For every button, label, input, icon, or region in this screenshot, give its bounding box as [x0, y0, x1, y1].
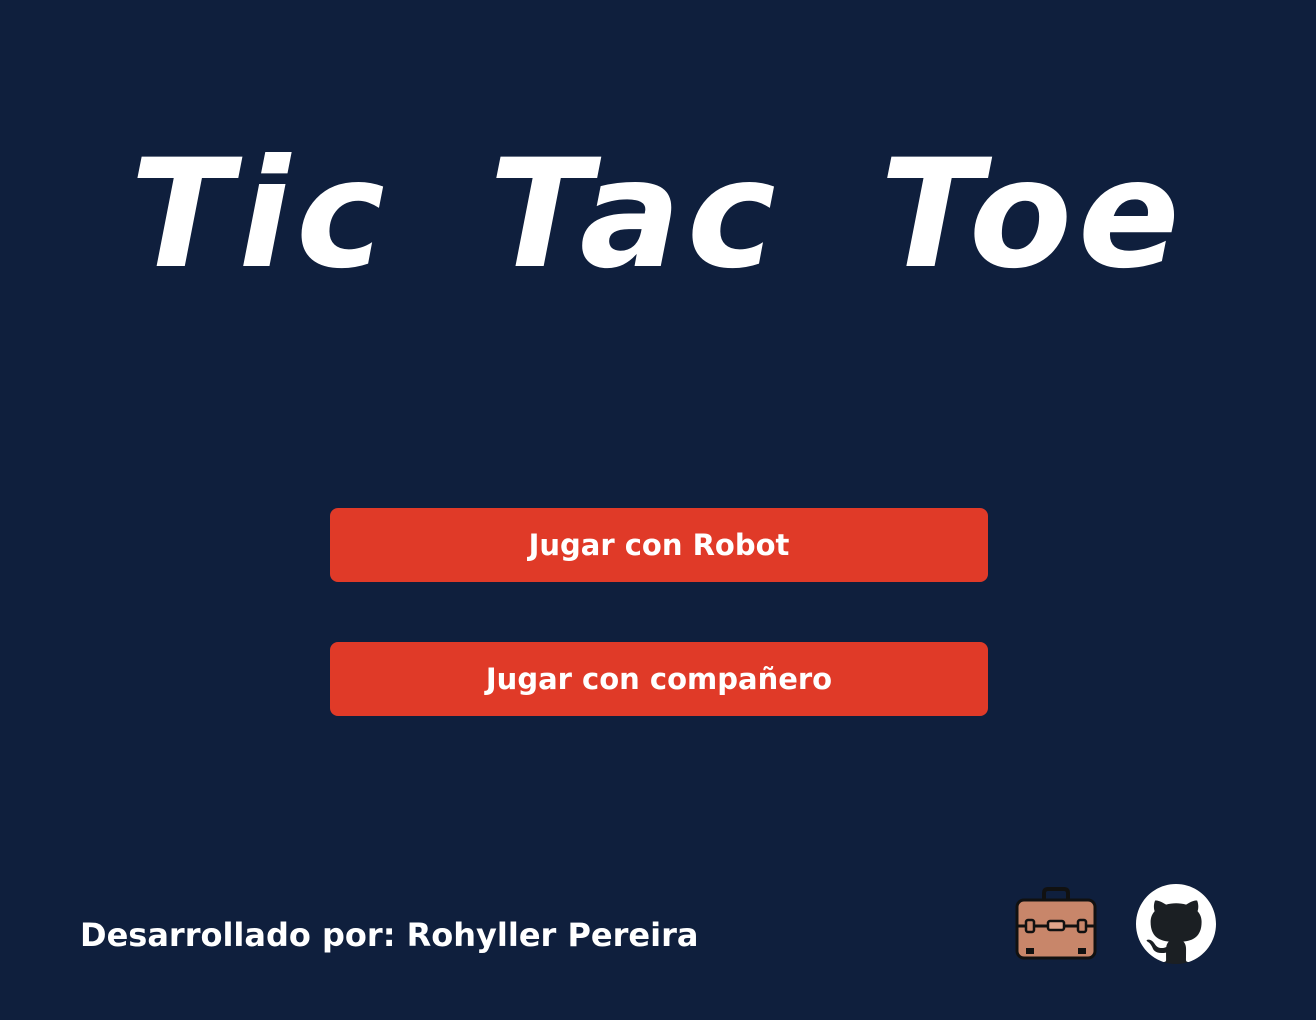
portfolio-link[interactable] — [1014, 886, 1098, 962]
game-title: Tic Tac Toe — [130, 128, 1186, 302]
play-vs-robot-button[interactable]: Jugar con Robot — [330, 508, 988, 582]
play-vs-friend-button[interactable]: Jugar con compañero — [330, 642, 988, 716]
credits-text: Desarrollado por: Rohyller Pereira — [80, 916, 699, 954]
briefcase-icon — [1015, 887, 1097, 960]
github-icon — [1136, 884, 1216, 964]
github-link[interactable] — [1136, 884, 1216, 964]
